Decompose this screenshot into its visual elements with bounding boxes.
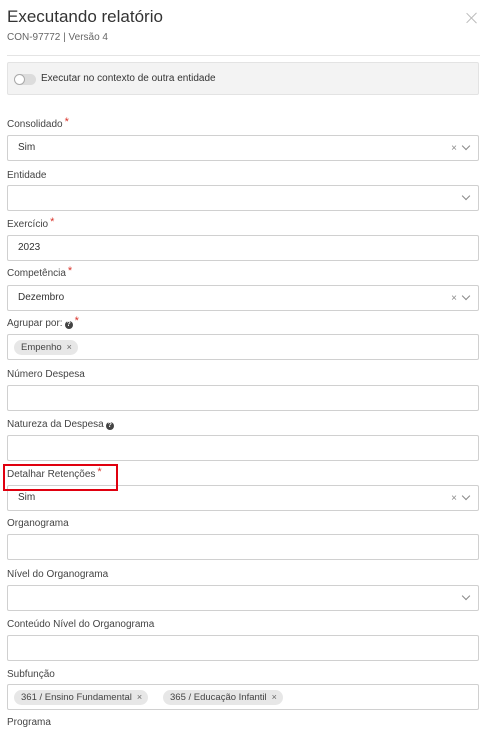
tag-label: 361 / Ensino Fundamental bbox=[21, 692, 132, 703]
tag-label: 365 / Educação Infantil bbox=[170, 692, 267, 703]
numero-despesa-label: Número Despesa bbox=[7, 369, 85, 380]
tag-label: Empenho bbox=[21, 342, 62, 353]
help-icon[interactable]: ? bbox=[64, 321, 73, 329]
context-toggle[interactable] bbox=[14, 74, 36, 85]
remove-tag-icon[interactable]: × bbox=[67, 342, 72, 352]
competencia-select[interactable]: Dezembro × bbox=[7, 285, 479, 311]
remove-tag-icon[interactable]: × bbox=[137, 692, 142, 702]
clear-icon[interactable]: × bbox=[451, 493, 457, 504]
natureza-label: Natureza da Despesa? bbox=[7, 419, 114, 431]
chevron-down-icon[interactable] bbox=[461, 191, 471, 201]
help-icon[interactable]: ? bbox=[105, 422, 114, 430]
subfuncao-tag: 365 / Educação Infantil × bbox=[163, 690, 283, 705]
modal-header: Executando relatório CON-97772 | Versão … bbox=[7, 6, 490, 44]
subfuncao-multiselect[interactable]: 361 / Ensino Fundamental × 365 / Educação… bbox=[7, 684, 479, 710]
competencia-label-text: Competência bbox=[7, 268, 66, 279]
modal-title: Executando relatório bbox=[7, 7, 163, 26]
competencia-value: Dezembro bbox=[18, 292, 65, 303]
context-panel: Executar no contexto de outra entidade bbox=[7, 62, 479, 95]
conteudo-nivel-input[interactable] bbox=[7, 635, 479, 661]
conteudo-nivel-label: Conteúdo Nível do Organograma bbox=[7, 619, 155, 630]
organograma-label: Organograma bbox=[7, 518, 69, 529]
required-mark: * bbox=[67, 265, 73, 277]
subfuncao-tag: 361 / Ensino Fundamental × bbox=[14, 690, 149, 705]
programa-label: Programa bbox=[7, 717, 51, 728]
agrupar-label: Agrupar por:? * bbox=[7, 315, 79, 330]
required-mark: * bbox=[50, 216, 55, 228]
chevron-down-icon[interactable] bbox=[461, 141, 471, 151]
entidade-select[interactable] bbox=[7, 185, 479, 211]
agrupar-multiselect[interactable]: Empenho × bbox=[7, 334, 479, 360]
nivel-organograma-label: Nível do Organograma bbox=[7, 569, 109, 580]
agrupar-tag: Empenho × bbox=[14, 340, 78, 355]
detalhar-value: Sim bbox=[18, 492, 36, 503]
subfuncao-label: Subfunção bbox=[7, 669, 55, 680]
modal-subtitle: CON-97772 | Versão 4 bbox=[7, 32, 108, 43]
remove-tag-icon[interactable]: × bbox=[272, 692, 277, 702]
entidade-label: Entidade bbox=[7, 170, 47, 181]
chevron-down-icon[interactable] bbox=[461, 491, 471, 501]
nivel-organograma-select[interactable] bbox=[7, 585, 479, 611]
numero-despesa-input[interactable] bbox=[7, 385, 479, 411]
chevron-down-icon[interactable] bbox=[461, 291, 471, 301]
required-mark: * bbox=[64, 116, 69, 128]
clear-icon[interactable]: × bbox=[451, 143, 457, 154]
consolidado-select[interactable]: Sim × bbox=[7, 135, 479, 161]
exercicio-value: 2023 bbox=[18, 242, 41, 253]
required-mark: * bbox=[74, 315, 79, 327]
header-divider bbox=[7, 55, 480, 56]
clear-icon[interactable]: × bbox=[451, 293, 457, 304]
natureza-label-text: Natureza da Despesa bbox=[7, 419, 104, 430]
toggle-knob bbox=[14, 74, 25, 85]
organograma-input[interactable] bbox=[7, 534, 479, 560]
close-icon[interactable] bbox=[464, 10, 480, 26]
context-toggle-label: Executar no contexto de outra entidade bbox=[41, 73, 216, 84]
highlight-box bbox=[3, 464, 118, 491]
exercicio-label-text: Exercício bbox=[7, 219, 49, 230]
competencia-label: Competência * bbox=[7, 265, 73, 280]
chevron-down-icon[interactable] bbox=[461, 591, 471, 601]
consolidado-label: Consolidado * bbox=[7, 116, 69, 131]
consolidado-value: Sim bbox=[18, 142, 36, 153]
exercicio-input[interactable]: 2023 bbox=[7, 235, 479, 261]
consolidado-label-text: Consolidado bbox=[7, 119, 63, 130]
exercicio-label: Exercício * bbox=[7, 216, 55, 231]
agrupar-label-text: Agrupar por: bbox=[7, 318, 63, 329]
natureza-input[interactable] bbox=[7, 435, 479, 461]
